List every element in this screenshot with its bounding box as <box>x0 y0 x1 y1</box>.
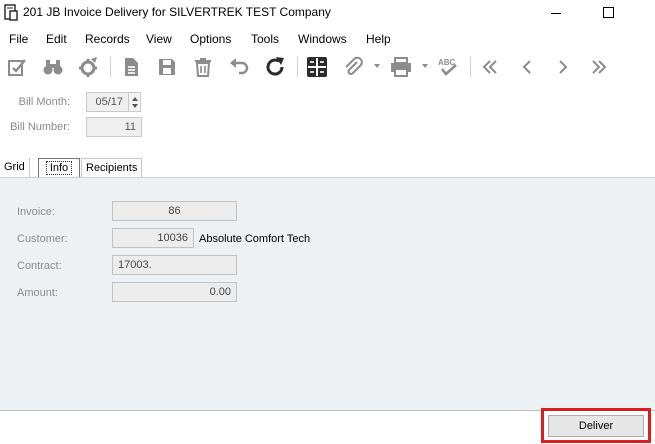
deliver-button[interactable]: Deliver <box>548 415 644 437</box>
menu-options[interactable]: Options <box>190 32 231 46</box>
refresh-icon[interactable] <box>263 55 287 79</box>
menu-tools[interactable]: Tools <box>251 32 279 46</box>
attachment-dropdown-icon[interactable] <box>373 62 381 70</box>
invoice-label: Invoice: <box>17 206 55 218</box>
bill-month-label: Bill Month: <box>18 96 70 108</box>
invoice-field[interactable]: 86 <box>112 201 237 221</box>
menu-windows[interactable]: Windows <box>298 32 347 46</box>
customer-label: Customer: <box>17 233 68 245</box>
print-dropdown-icon[interactable] <box>421 62 429 70</box>
amount-field[interactable]: 0.00 <box>112 282 237 302</box>
next-record-icon[interactable] <box>551 55 575 79</box>
minimize-button[interactable] <box>533 0 579 27</box>
bill-number-field[interactable]: 11 <box>86 117 142 137</box>
tab-info-label: Info <box>45 161 73 175</box>
spellcheck-icon[interactable]: ABC <box>437 55 461 79</box>
save-icon[interactable] <box>155 55 179 79</box>
spellcheck-text: ABC <box>438 58 456 67</box>
customer-name: Absolute Comfort Tech <box>199 233 311 245</box>
tab-info[interactable]: Info <box>38 158 80 178</box>
binoculars-icon[interactable] <box>41 55 65 79</box>
undo-icon[interactable] <box>227 55 251 79</box>
settings-gear-icon[interactable] <box>77 55 101 79</box>
menu-help[interactable]: Help <box>366 32 391 46</box>
previous-record-icon[interactable] <box>515 55 539 79</box>
tab-recipients[interactable]: Recipients <box>81 158 143 178</box>
spin-down-icon[interactable] <box>132 104 138 108</box>
maximize-button[interactable] <box>584 0 630 27</box>
contract-field[interactable]: 17003. <box>112 255 237 275</box>
title-bar: 201 JB Invoice Delivery for SILVERTREK T… <box>0 0 655 27</box>
window-title: 201 JB Invoice Delivery for SILVERTREK T… <box>23 5 331 19</box>
bill-month-field[interactable]: 05/17 <box>86 92 129 112</box>
info-panel <box>0 177 655 410</box>
contract-label: Contract: <box>17 260 62 272</box>
document-icon[interactable] <box>119 55 143 79</box>
print-icon[interactable] <box>389 55 413 79</box>
checklist-icon[interactable] <box>5 55 29 79</box>
delete-icon[interactable] <box>191 55 215 79</box>
toolbar-separator <box>470 57 471 77</box>
first-record-icon[interactable] <box>478 55 502 79</box>
menu-records[interactable]: Records <box>85 32 130 46</box>
toolbar: ABC <box>0 50 655 84</box>
calculator-icon[interactable] <box>305 55 329 79</box>
toolbar-separator <box>297 57 298 77</box>
menu-edit[interactable]: Edit <box>46 32 67 46</box>
last-record-icon[interactable] <box>587 55 611 79</box>
menu-view[interactable]: View <box>146 32 172 46</box>
amount-label: Amount: <box>17 287 58 299</box>
tab-grid[interactable]: Grid <box>0 158 30 178</box>
menu-file[interactable]: File <box>9 32 28 46</box>
app-icon <box>4 4 18 21</box>
attachment-icon[interactable] <box>341 55 365 79</box>
toolbar-separator <box>110 57 111 77</box>
spin-up-icon[interactable] <box>132 97 138 101</box>
customer-field[interactable]: 10036 <box>112 228 194 248</box>
bill-number-label: Bill Number: <box>10 121 70 133</box>
bill-month-spinner[interactable] <box>128 92 141 112</box>
menu-bar: File Edit Records View Options Tools Win… <box>0 28 655 50</box>
footer-divider <box>0 410 655 411</box>
